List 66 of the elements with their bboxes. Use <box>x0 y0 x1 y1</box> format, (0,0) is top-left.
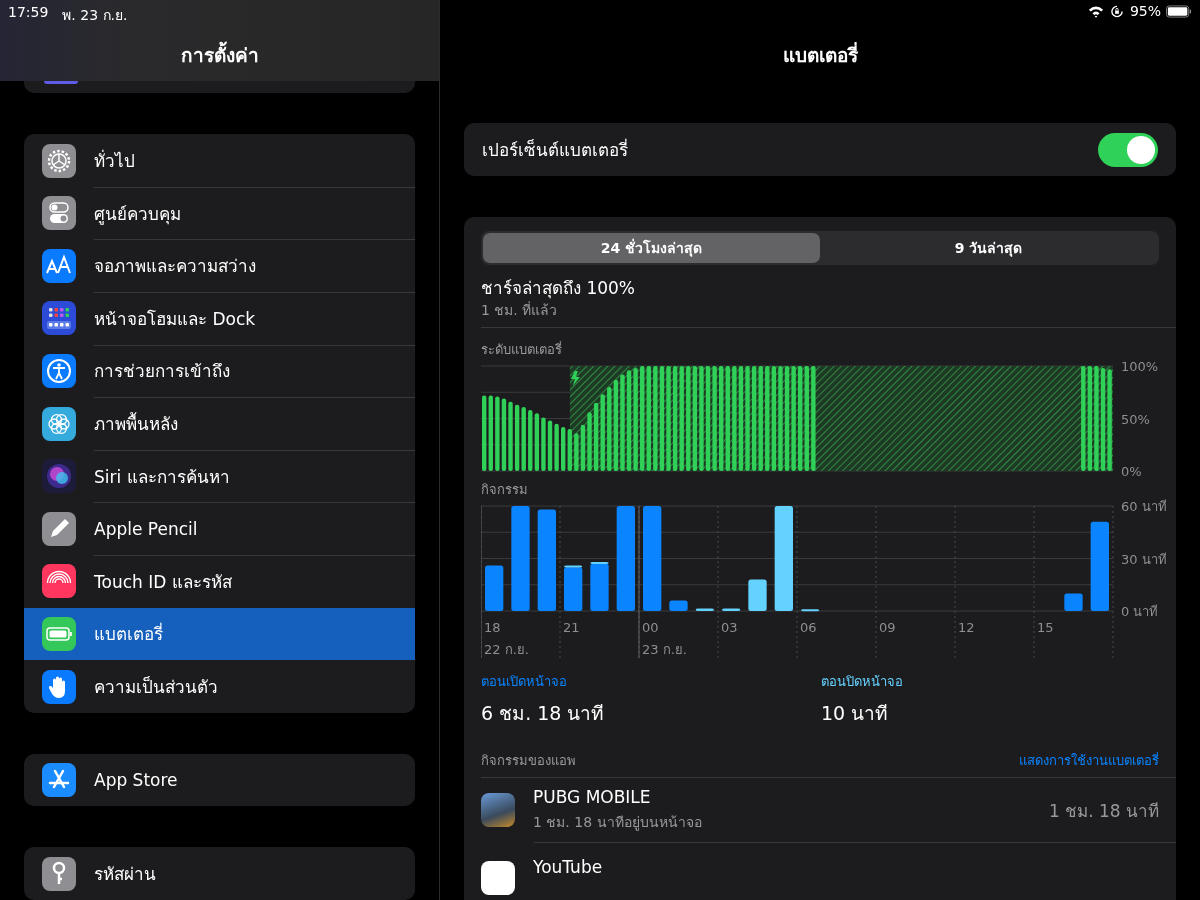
settings-item[interactable]: จอภาพและความสว่าง <box>24 239 415 293</box>
axis-label: 50% <box>1121 411 1150 427</box>
axis-label: 0% <box>1121 464 1142 476</box>
settings-item[interactable]: App Store <box>24 753 415 807</box>
stat-value: 10 นาที <box>821 701 890 726</box>
settings-item[interactable]: แบตเตอรี่ <box>24 607 415 661</box>
axis-label: 21 <box>563 620 580 635</box>
settings-item[interactable]: ทั่วไป <box>24 134 415 187</box>
activity-bar <box>1064 593 1083 611</box>
app-icon <box>481 861 515 895</box>
battery-icon <box>1166 4 1192 18</box>
axis-label: 03 <box>721 620 738 635</box>
axis-label: 15 <box>1037 620 1054 635</box>
settings-item[interactable]: ภาพพื้นหลัง <box>24 397 415 450</box>
wifi-icon <box>1087 4 1104 18</box>
axis-label: 60 นาที <box>1121 499 1167 514</box>
axis-label: 06 <box>800 620 817 635</box>
settings-item[interactable]: ศูนย์ควบคุม <box>24 186 415 240</box>
stat-label: ตอนปิดหน้าจอ <box>821 673 904 691</box>
orientation-lock-icon <box>1108 4 1125 18</box>
axis-label: 18 <box>484 620 501 635</box>
settings-item[interactable]: Touch ID และรหัส <box>24 555 415 608</box>
axis-label: 12 <box>958 620 975 635</box>
app-icon <box>481 793 515 827</box>
activity-bar <box>801 609 820 612</box>
segment-tab[interactable]: 9 วันล่าสุด <box>820 233 1157 263</box>
axis-label: 100% <box>1121 359 1159 374</box>
activity-bar <box>748 579 767 611</box>
date-label: 22 ก.ย. <box>484 642 529 657</box>
settings-item[interactable]: หน้าจอโฮมและ Dock <box>24 292 415 345</box>
stat-label: ตอนเปิดหน้าจอ <box>481 673 568 691</box>
status-date: พ. 23 ก.ย. <box>62 6 128 25</box>
battery-percent: 95% <box>1129 3 1161 19</box>
app-usage: 1 ชม. 18 นาที <box>1048 799 1159 823</box>
status-time: 17:59 <box>8 4 49 22</box>
axis-label: 30 นาที <box>1121 551 1167 567</box>
last-charge-title: ชาร์จล่าสุดถึง 100% <box>481 277 636 299</box>
activity-bar <box>722 608 741 611</box>
chart-label: กิจกรรม <box>481 482 529 498</box>
last-charge-time: 1 ชม. ที่แล้ว <box>481 301 559 319</box>
app-detail: 1 ชม. 18 นาทีอยู่บนหน้าจอ <box>533 813 703 833</box>
toggle-label: เปอร์เซ็นต์แบตเตอรี่ <box>482 137 628 162</box>
sidebar-title: การตั้งค่า <box>0 40 439 70</box>
page-title: แบตเตอรี่ <box>781 41 859 68</box>
show-battery-usage-link[interactable]: แสดงการใช้งานแบตเตอรี่ <box>1019 750 1159 771</box>
axis-label: 09 <box>879 620 896 635</box>
activity-bar <box>485 565 504 611</box>
settings-item[interactable]: การช่วยการเข้าถึง <box>24 344 415 398</box>
axis-label: 00 <box>642 620 659 635</box>
app-name: PUBG MOBILE <box>533 787 652 807</box>
axis-label: 0 นาที <box>1121 604 1159 619</box>
settings-item[interactable]: รหัสผ่าน <box>24 847 415 900</box>
settings-item[interactable]: Siri และการค้นหา <box>24 449 415 503</box>
activity-bar <box>695 608 714 611</box>
section-label: กิจกรรมของแอพ <box>481 752 576 770</box>
partial-app-icon <box>44 81 78 85</box>
stat-value: 6 ชม. 18 นาที <box>481 701 606 726</box>
lightning-icon <box>570 371 580 386</box>
settings-item[interactable]: Apple Pencil <box>24 502 415 556</box>
date-label: 23 ก.ย. <box>642 642 687 657</box>
app-name: YouTube <box>533 857 604 877</box>
settings-item[interactable]: ความเป็นส่วนตัว <box>24 660 415 713</box>
activity-bar <box>669 600 688 611</box>
segment-tab[interactable]: 24 ชั่วโมงล่าสุด <box>483 233 820 263</box>
toggle-switch[interactable] <box>1098 132 1158 167</box>
chart-label: ระดับแบตเตอรี่ <box>481 342 563 358</box>
